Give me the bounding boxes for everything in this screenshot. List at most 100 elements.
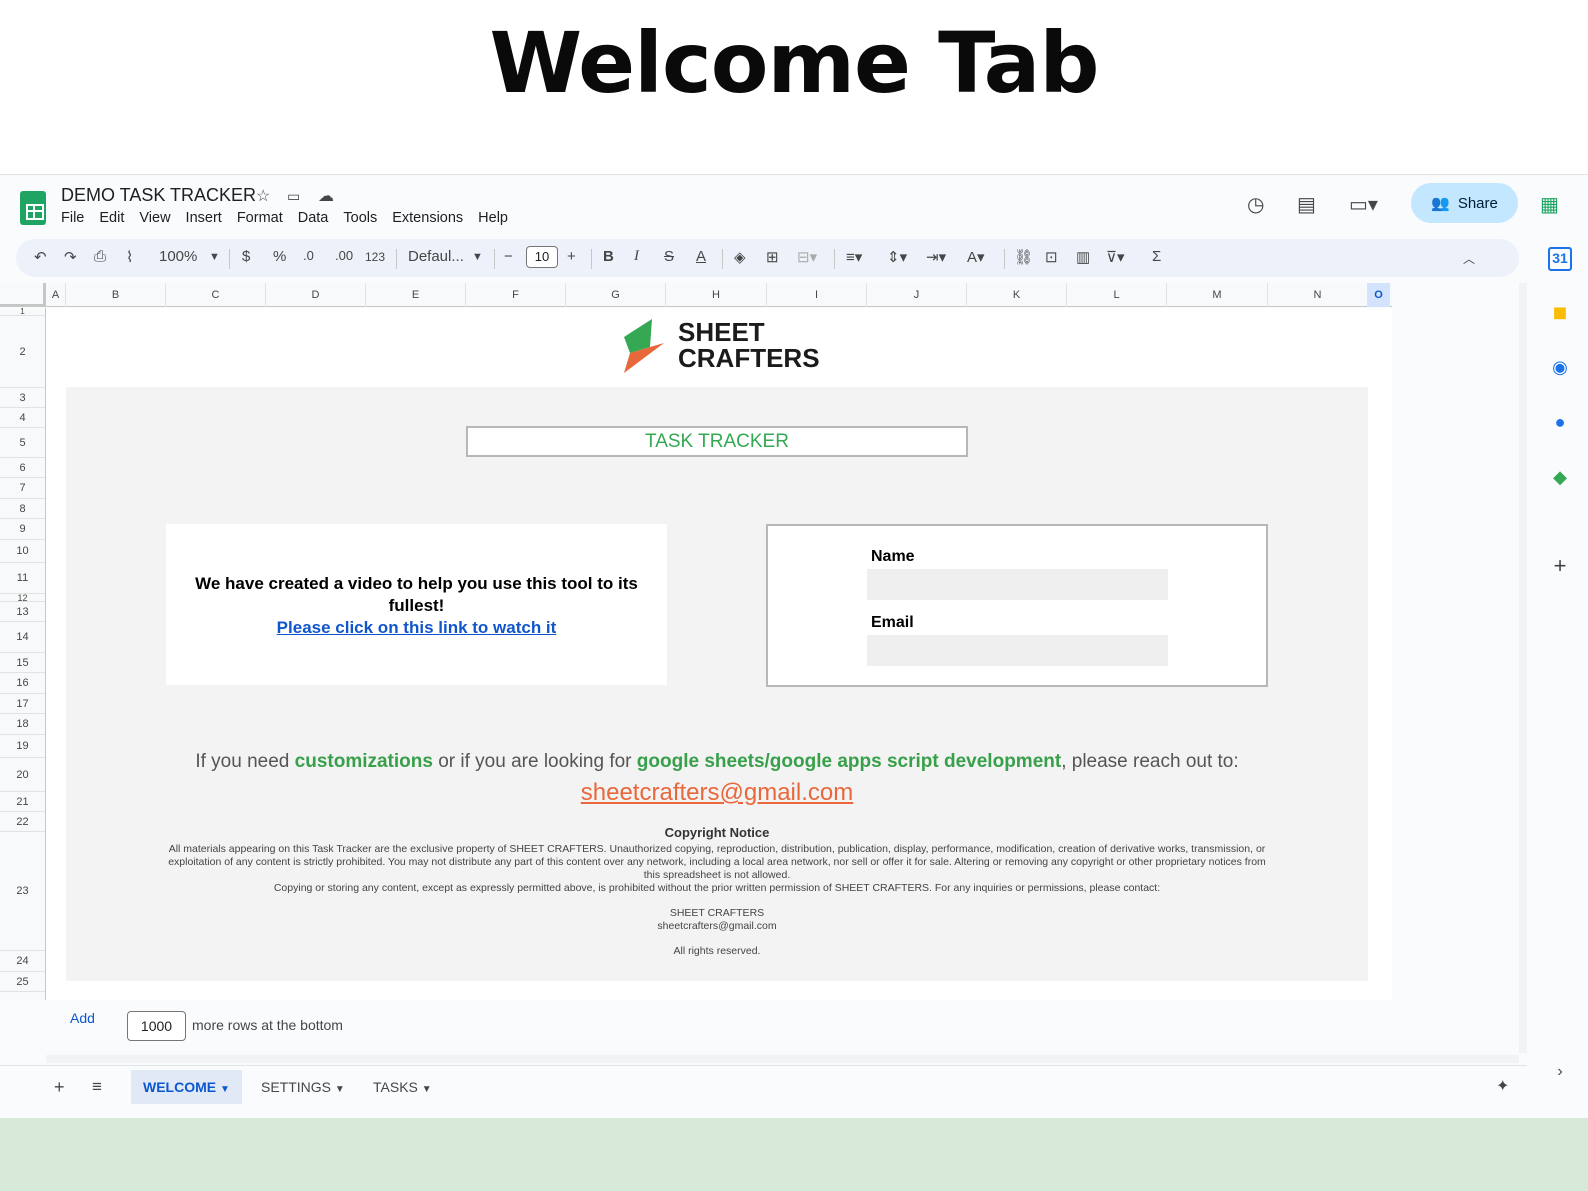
row-header[interactable]: 2 xyxy=(0,316,45,388)
maps-icon[interactable]: ◆ xyxy=(1548,467,1572,491)
bold-icon[interactable]: B xyxy=(603,248,614,265)
row-header[interactable]: 18 xyxy=(0,714,45,735)
menu-format[interactable]: Format xyxy=(237,210,283,226)
col-header[interactable]: I xyxy=(767,283,867,307)
row-header[interactable]: 9 xyxy=(0,519,45,540)
menu-view[interactable]: View xyxy=(139,210,170,226)
doc-title[interactable]: DEMO TASK TRACKER xyxy=(61,185,256,206)
text-color-icon[interactable]: A xyxy=(696,248,706,265)
sheets-logo-icon[interactable] xyxy=(20,191,46,225)
expand-side-panel-icon[interactable]: › xyxy=(1548,1063,1572,1087)
font-chevron-down-icon[interactable]: ▼ xyxy=(472,251,483,263)
insert-comment-icon[interactable]: ⊡ xyxy=(1045,248,1058,266)
col-header-selected[interactable]: O xyxy=(1368,283,1390,307)
add-addon-icon[interactable]: + xyxy=(1548,553,1572,578)
row-header[interactable]: 23 xyxy=(0,832,45,951)
col-header[interactable]: D xyxy=(266,283,366,307)
meet-icon[interactable]: ▭▾ xyxy=(1349,192,1378,217)
add-rows-button[interactable]: Add xyxy=(70,1010,95,1026)
row-header[interactable]: 12 xyxy=(0,593,45,603)
zoom-chevron-down-icon[interactable]: ▼ xyxy=(209,251,220,263)
col-header[interactable]: N xyxy=(1268,283,1368,307)
fill-color-icon[interactable]: ◈ xyxy=(734,248,746,266)
insert-chart-icon[interactable]: ▥ xyxy=(1076,248,1090,266)
collapse-toolbar-icon[interactable]: ︿ xyxy=(1463,250,1475,267)
row-header[interactable]: 15 xyxy=(0,653,45,673)
row-header[interactable]: 24 xyxy=(0,951,45,972)
keep-icon[interactable]: ◼ xyxy=(1548,302,1572,326)
font-size-input[interactable]: 10 xyxy=(526,246,558,268)
video-link[interactable]: Please click on this link to watch it xyxy=(277,618,557,637)
col-header[interactable]: K xyxy=(967,283,1067,307)
version-history-icon[interactable]: ◷ xyxy=(1247,192,1264,217)
name-field[interactable] xyxy=(867,569,1168,600)
calendar-icon[interactable]: 31 xyxy=(1548,247,1572,271)
insert-link-icon[interactable]: ⛓ xyxy=(1014,248,1033,266)
explore-icon[interactable]: ✦ xyxy=(1484,1070,1521,1104)
currency-button[interactable]: $ xyxy=(242,248,250,265)
italic-icon[interactable]: I xyxy=(634,248,639,265)
font-size-decrease-icon[interactable]: − xyxy=(504,248,513,265)
menu-tools[interactable]: Tools xyxy=(343,210,377,226)
row-header[interactable]: 8 xyxy=(0,499,45,519)
redo-icon[interactable]: ↷ xyxy=(64,248,77,266)
vertical-scrollbar[interactable] xyxy=(1519,283,1527,1053)
strikethrough-icon[interactable]: S xyxy=(664,248,674,265)
row-header[interactable]: 17 xyxy=(0,694,45,714)
row-header[interactable]: 20 xyxy=(0,758,45,792)
sheets-addon-icon[interactable]: ▦ xyxy=(1540,192,1559,217)
row-header[interactable]: 7 xyxy=(0,478,45,499)
paint-format-icon[interactable]: ⌇ xyxy=(126,248,133,266)
font-select[interactable]: Defaul... xyxy=(408,248,464,265)
zoom-select[interactable]: 100% xyxy=(159,248,197,265)
all-sheets-icon[interactable]: ≡ xyxy=(80,1070,114,1104)
menu-data[interactable]: Data xyxy=(298,210,329,226)
comments-icon[interactable]: ▤ xyxy=(1297,192,1316,217)
col-header[interactable]: F xyxy=(466,283,566,307)
menu-edit[interactable]: Edit xyxy=(99,210,124,226)
menu-help[interactable]: Help xyxy=(478,210,508,226)
tasks-icon[interactable]: ◉ xyxy=(1548,357,1572,381)
col-header[interactable]: B xyxy=(66,283,166,307)
print-icon[interactable]: ⎙ xyxy=(94,248,106,265)
contacts-icon[interactable]: ● xyxy=(1548,412,1572,436)
row-header[interactable]: 4 xyxy=(0,408,45,428)
tab-chevron-down-icon[interactable]: ▼ xyxy=(220,1084,230,1095)
row-header[interactable]: 25 xyxy=(0,972,45,992)
row-header[interactable]: 1 xyxy=(0,307,45,316)
borders-icon[interactable]: ⊞ xyxy=(766,248,779,266)
col-header[interactable]: M xyxy=(1167,283,1268,307)
functions-icon[interactable]: Σ xyxy=(1152,248,1161,265)
text-rotation-icon[interactable]: A▾ xyxy=(967,248,985,266)
menu-insert[interactable]: Insert xyxy=(186,210,222,226)
move-folder-icon[interactable]: ▭ xyxy=(287,188,300,205)
row-header[interactable]: 3 xyxy=(0,388,45,408)
merge-cells-icon[interactable]: ⊟▾ xyxy=(797,248,817,266)
col-header[interactable]: G xyxy=(566,283,666,307)
col-header[interactable]: J xyxy=(867,283,967,307)
percent-button[interactable]: % xyxy=(273,248,286,265)
row-header[interactable]: 14 xyxy=(0,622,45,653)
font-size-increase-icon[interactable]: + xyxy=(567,248,576,265)
row-header[interactable]: 16 xyxy=(0,673,45,694)
horizontal-scrollbar[interactable] xyxy=(46,1055,1519,1063)
row-header[interactable]: 13 xyxy=(0,602,45,622)
col-header[interactable]: L xyxy=(1067,283,1167,307)
increase-decimal-button[interactable]: .00 xyxy=(335,248,353,263)
row-header[interactable]: 22 xyxy=(0,812,45,832)
tab-chevron-down-icon[interactable]: ▼ xyxy=(422,1084,432,1095)
select-all-corner[interactable] xyxy=(0,283,46,307)
horizontal-align-icon[interactable]: ≡▾ xyxy=(846,248,862,266)
row-header[interactable]: 10 xyxy=(0,540,45,563)
col-header[interactable]: H xyxy=(666,283,767,307)
menu-file[interactable]: File xyxy=(61,210,84,226)
row-header[interactable]: 6 xyxy=(0,458,45,478)
undo-icon[interactable]: ↶ xyxy=(34,248,47,266)
row-header[interactable]: 11 xyxy=(0,563,45,594)
row-header[interactable]: 5 xyxy=(0,428,45,458)
col-header[interactable]: E xyxy=(366,283,466,307)
tab-tasks[interactable]: TASKS ▼ xyxy=(361,1070,444,1104)
text-wrap-icon[interactable]: ⇥▾ xyxy=(926,248,946,266)
email-field[interactable] xyxy=(867,635,1168,666)
add-sheet-icon[interactable]: + xyxy=(42,1070,77,1104)
